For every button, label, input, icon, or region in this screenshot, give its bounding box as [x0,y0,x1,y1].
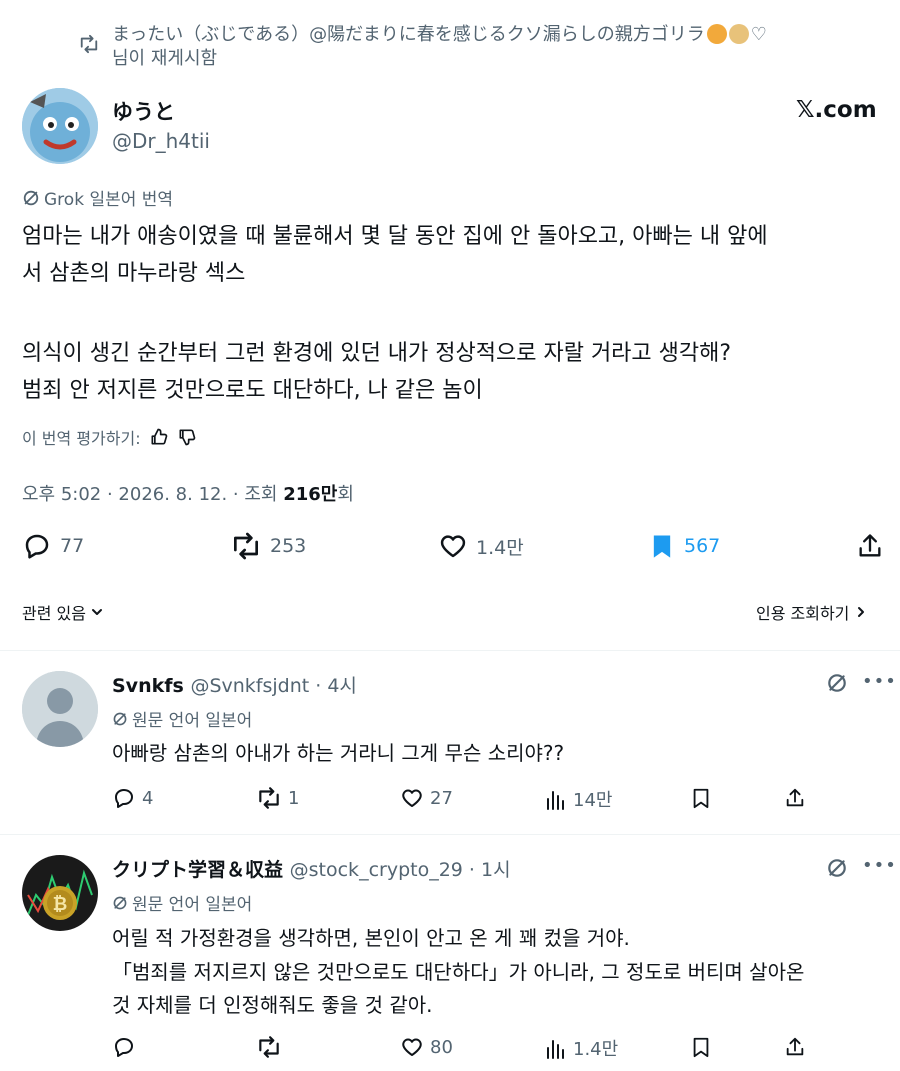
related-toggle[interactable]: 관련 있음 [22,600,104,624]
reply-handle: @Svnkfsjdnt · 4시 [190,675,357,697]
views-button[interactable]: 14만 [545,786,612,812]
rate-translation: 이 번역 평가하기: [22,425,197,449]
heart-emoji: ♡ [750,24,767,45]
tweet-text-line: 서 삼촌의 마누라랑 섹스 [22,261,246,286]
author-name[interactable]: ゆうと [112,96,175,126]
bookmark-button[interactable] [690,786,712,810]
repost-icon [78,34,100,54]
grok-icon[interactable] [826,857,848,879]
thumbs-down-icon[interactable] [177,427,197,447]
tweet-text-line: 범죄 안 저지른 것만으로도 대단하다, 나 같은 놈이 [22,378,483,403]
share-icon [786,788,804,807]
repost-button[interactable]: 253 [230,531,306,561]
repost-button[interactable]: 1 [256,786,299,810]
more-icon[interactable]: ••• [862,671,897,692]
reply-author[interactable]: クリプト学習＆収益 @stock_crypto_29 · 1시 [112,855,511,882]
reply-handle: @stock_crypto_29 · 1시 [289,859,511,881]
reply-text-line: 「범죄를 저지르지 않은 것만으로도 대단하다」가 아니라, 그 정도로 버티며… [112,960,805,984]
share-button[interactable] [784,786,806,810]
bookmark-icon [693,1037,709,1058]
share-icon [859,534,881,557]
view-quotes-link[interactable]: 인용 조회하기 [756,600,867,624]
like-button[interactable]: 1.4만 [438,531,524,561]
repost-label: 님이 재게시함 [112,48,218,69]
heart-icon [402,789,422,807]
bookmark-icon [693,788,709,809]
rate-translation-label: 이 번역 평가하기: [22,429,141,448]
original-language-label: 원문 언어 일본어 [112,706,252,731]
divider [0,650,900,651]
reply-author[interactable]: Svnkfs @Svnkfsjdnt · 4시 [112,671,357,698]
bookmark-button[interactable] [690,1035,712,1059]
x-logo: 𝕏.com [796,97,877,123]
reply-icon [115,789,133,808]
views-chart-icon [547,791,564,810]
chevron-right-icon [858,607,865,617]
chevron-down-icon [91,609,102,615]
tweet-text-line: 의식이 생긴 순간부터 그런 환경에 있던 내가 정상적으로 자랄 거라고 생각… [22,341,732,366]
like-button[interactable]: 27 [400,786,453,810]
reply-avatar[interactable] [22,671,98,747]
heart-icon [402,1038,422,1056]
repost-button[interactable] [256,1035,288,1059]
author-handle[interactable]: @Dr_h4tii [112,129,210,153]
tweet-text-line: 엄마는 내가 애송이였을 때 불륜해서 몇 달 동안 집에 안 돌아오고, 아빠… [22,224,768,249]
grok-icon[interactable] [826,672,848,694]
original-language-label: 원문 언어 일본어 [112,890,252,915]
reply-text-line: 어릴 적 가정환경을 생각하면, 본인이 안고 온 게 꽤 컸을 거야. [112,926,630,950]
pancake-emoji [728,24,749,44]
bookmark-button[interactable]: 567 [648,531,720,561]
like-button[interactable]: 80 [400,1035,453,1059]
grok-icon [23,190,39,205]
reply-text: 아빠랑 삼촌의 아내가 하는 거라니 그게 무슨 소리야?? [112,741,565,765]
more-icon[interactable]: ••• [862,855,897,876]
share-button[interactable] [784,1035,806,1059]
repost-icon [259,1036,279,1058]
views-button[interactable]: 1.4만 [545,1035,618,1061]
reply-avatar[interactable]: ₿ [22,855,98,931]
translation-label: Grok 일본어 번역 [22,185,173,210]
reply-text-line: 것 자체를 더 인정해줘도 좋을 것 같아. [112,993,433,1017]
translate-icon [113,896,127,909]
translate-icon [113,712,127,725]
reply-icon [25,534,49,559]
share-icon [786,1037,804,1056]
reply-icon [115,1038,133,1057]
thumbs-up-icon[interactable] [149,427,169,447]
heart-icon [440,535,466,558]
repost-icon [234,532,258,560]
share-button[interactable] [856,531,884,561]
honey-pot-emoji [706,24,727,44]
reply-button[interactable]: 77 [22,531,84,561]
reposter-name[interactable]: まったい（ぶじである）@陽だまりに春を感じるクソ漏らしの親方ゴリラ ♡ [112,24,767,46]
bookmark-icon [653,535,671,558]
views-chart-icon [547,1040,564,1059]
tweet-timestamp[interactable]: 오후 5:02 · 2026. 8. 12. · 조회 216만회 [22,480,354,506]
divider [0,834,900,835]
repost-icon [259,787,279,809]
reply-button[interactable] [112,1035,142,1059]
reply-button[interactable]: 4 [112,786,153,810]
svg-text:₿: ₿ [53,894,68,915]
author-avatar[interactable] [22,88,98,164]
view-count: 216만 [283,484,338,505]
